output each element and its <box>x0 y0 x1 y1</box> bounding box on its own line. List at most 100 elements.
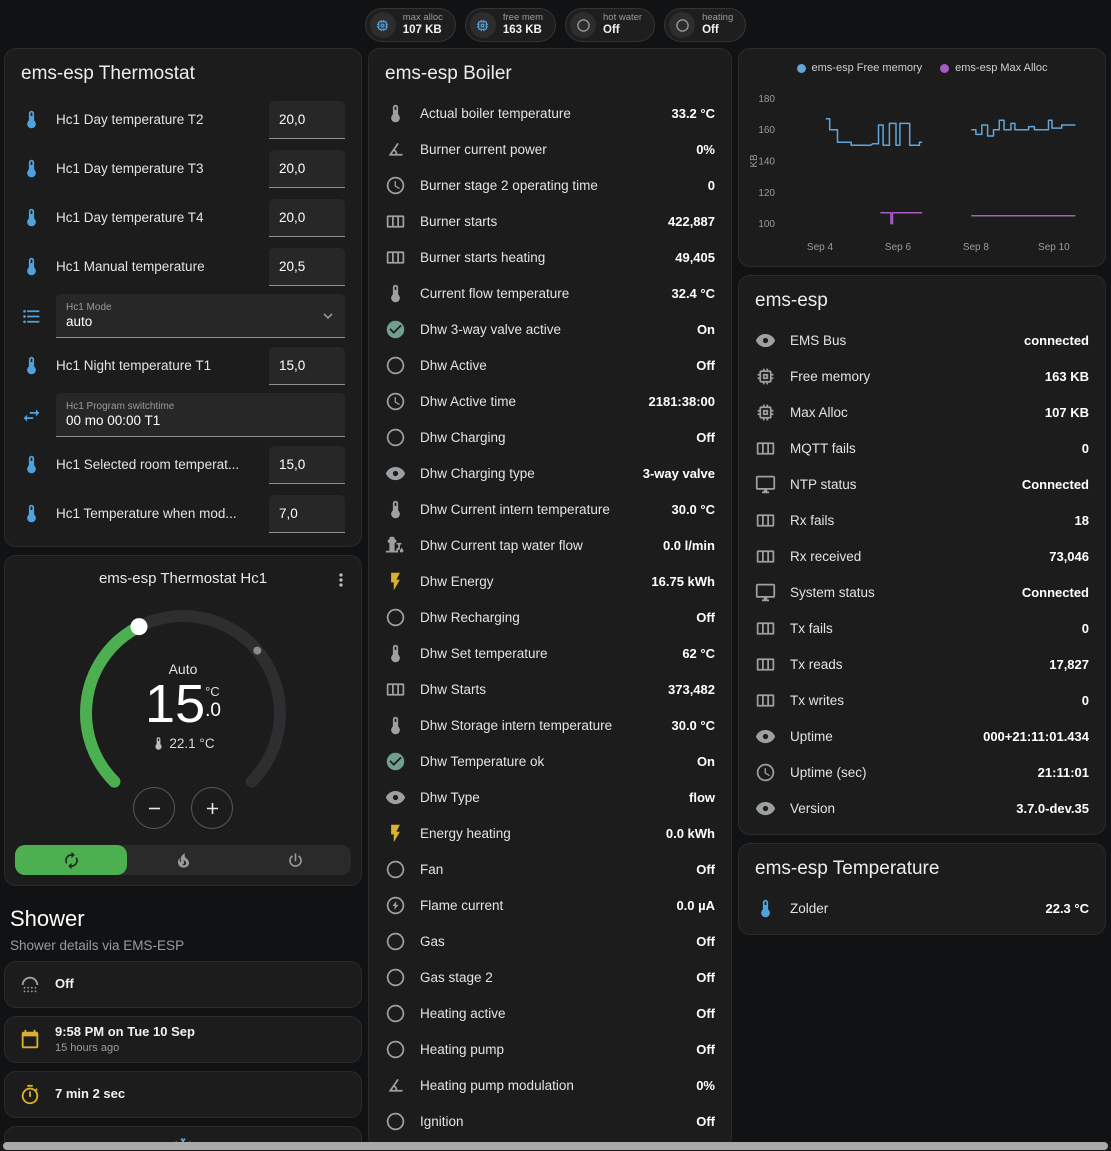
entity-row-max-alloc[interactable]: Max Alloc107 KB <box>739 394 1105 430</box>
entity-row-burner-stage-2-operating-time[interactable]: Burner stage 2 operating time0 <box>369 167 731 203</box>
entity-row-hc1-day-temperature-t3[interactable]: Hc1 Day temperature T320,0 <box>5 144 361 193</box>
number-input[interactable]: 20,0 <box>269 150 345 188</box>
entity-row-dhw-recharging[interactable]: Dhw RechargingOff <box>369 599 731 635</box>
entity-row-flame-current[interactable]: Flame current0.0 µA <box>369 887 731 923</box>
entity-row-hc1-mode[interactable]: Hc1 Modeauto <box>5 291 361 341</box>
entity-row-hc1-day-temperature-t2[interactable]: Hc1 Day temperature T220,0 <box>5 95 361 144</box>
temp-increase-button[interactable] <box>191 787 233 829</box>
badge-free-mem[interactable]: free mem163 KB <box>465 8 556 42</box>
dial-handle[interactable] <box>131 618 148 635</box>
entity-row-dhw-charging-type[interactable]: Dhw Charging type3-way valve <box>369 455 731 491</box>
entity-row-fan[interactable]: FanOff <box>369 851 731 887</box>
check-circle-icon <box>385 751 406 772</box>
badge-hot-water[interactable]: hot waterOff <box>565 8 655 42</box>
shower-item[interactable]: 9:58 PM on Tue 10 Sep15 hours ago <box>5 1017 361 1062</box>
badge-max-alloc[interactable]: max alloc107 KB <box>365 8 456 42</box>
thermometer-icon <box>385 715 406 736</box>
shower-item[interactable]: Off <box>5 962 361 1007</box>
entity-row-burner-starts-heating[interactable]: Burner starts heating49,405 <box>369 239 731 275</box>
entity-row-dhw-charging[interactable]: Dhw ChargingOff <box>369 419 731 455</box>
plus-icon <box>203 799 222 818</box>
entity-row-dhw-starts[interactable]: Dhw Starts373,482 <box>369 671 731 707</box>
entity-row-heating-active[interactable]: Heating activeOff <box>369 995 731 1031</box>
memory-history-chart[interactable]: 100120140160180Sep 4Sep 6Sep 8Sep 10KB <box>747 81 1095 259</box>
shower-item-primary: 9:58 PM on Tue 10 Sep <box>55 1024 195 1041</box>
climate-card: ems-esp Thermostat Hc1 Auto 15 °C <box>4 555 362 886</box>
entity-row-hc1-day-temperature-t4[interactable]: Hc1 Day temperature T420,0 <box>5 193 361 242</box>
shower-item-secondary: 15 hours ago <box>55 1041 195 1055</box>
entity-label: Dhw Current intern temperature <box>420 502 657 517</box>
thermometer-icon <box>21 355 42 376</box>
counter-icon <box>755 618 776 639</box>
number-input[interactable]: 20,5 <box>269 248 345 286</box>
entity-row-tx-reads[interactable]: Tx reads17,827 <box>739 646 1105 682</box>
entity-row-dhw-storage-intern-temperature[interactable]: Dhw Storage intern temperature30.0 °C <box>369 707 731 743</box>
entity-label: Burner stage 2 operating time <box>420 178 694 193</box>
text-input[interactable]: Hc1 Program switchtime00 mo 00:00 T1 <box>56 393 345 437</box>
badge-heating[interactable]: heatingOff <box>664 8 746 42</box>
entity-row-burner-starts[interactable]: Burner starts422,887 <box>369 203 731 239</box>
entity-row-hc1-temperature-when-mod[interactable]: Hc1 Temperature when mod...7,0 <box>5 489 361 538</box>
entity-label: Uptime <box>790 729 969 744</box>
entity-row-heating-pump-modulation[interactable]: Heating pump modulation0% <box>369 1067 731 1103</box>
hvac-mode-off-button[interactable] <box>239 845 351 875</box>
entity-row-hc1-manual-temperature[interactable]: Hc1 Manual temperature20,5 <box>5 242 361 291</box>
horizontal-scrollbar-track[interactable] <box>0 1142 1111 1151</box>
entity-row-dhw-3-way-valve-active[interactable]: Dhw 3-way valve activeOn <box>369 311 731 347</box>
counter-icon <box>385 211 406 232</box>
entity-row-gas-stage-2[interactable]: Gas stage 2Off <box>369 959 731 995</box>
entity-row-mqtt-fails[interactable]: MQTT fails0 <box>739 430 1105 466</box>
entity-row-dhw-current-tap-water-flow[interactable]: Dhw Current tap water flow0.0 l/min <box>369 527 731 563</box>
entity-row-hc1-program-switchtime[interactable]: Hc1 Program switchtime00 mo 00:00 T1 <box>5 390 361 440</box>
hvac-mode-heat-button[interactable] <box>127 845 239 875</box>
entity-row-rx-received[interactable]: Rx received73,046 <box>739 538 1105 574</box>
number-input[interactable]: 15,0 <box>269 347 345 385</box>
number-input[interactable]: 7,0 <box>269 495 345 533</box>
entity-row-dhw-energy[interactable]: Dhw Energy16.75 kWh <box>369 563 731 599</box>
entity-row-dhw-current-intern-temperature[interactable]: Dhw Current intern temperature30.0 °C <box>369 491 731 527</box>
entity-row-uptime-sec[interactable]: Uptime (sec)21:11:01 <box>739 754 1105 790</box>
entity-row-tx-writes[interactable]: Tx writes0 <box>739 682 1105 718</box>
legend-item-ems-esp-max-alloc[interactable]: ems-esp Max Alloc <box>940 62 1047 74</box>
entity-row-zolder[interactable]: Zolder22.3 °C <box>739 890 1105 926</box>
temp-decrease-button[interactable] <box>133 787 175 829</box>
entity-row-dhw-active-time[interactable]: Dhw Active time2181:38:00 <box>369 383 731 419</box>
entity-row-heating-pump[interactable]: Heating pumpOff <box>369 1031 731 1067</box>
entity-row-actual-boiler-temperature[interactable]: Actual boiler temperature33.2 °C <box>369 95 731 131</box>
more-menu-button[interactable] <box>329 568 353 592</box>
number-input[interactable]: 20,0 <box>269 101 345 139</box>
shower-icon <box>19 974 41 996</box>
entity-row-dhw-set-temperature[interactable]: Dhw Set temperature62 °C <box>369 635 731 671</box>
entity-row-dhw-temperature-ok[interactable]: Dhw Temperature okOn <box>369 743 731 779</box>
entity-row-hc1-selected-room-temperat[interactable]: Hc1 Selected room temperat...15,0 <box>5 440 361 489</box>
entity-row-free-memory[interactable]: Free memory163 KB <box>739 358 1105 394</box>
entity-row-energy-heating[interactable]: Energy heating0.0 kWh <box>369 815 731 851</box>
entity-row-version[interactable]: Version3.7.0-dev.35 <box>739 790 1105 826</box>
entity-row-ntp-status[interactable]: NTP statusConnected <box>739 466 1105 502</box>
entity-row-ems-bus[interactable]: EMS Busconnected <box>739 322 1105 358</box>
entity-row-rx-fails[interactable]: Rx fails18 <box>739 502 1105 538</box>
shower-header: Shower Shower details via EMS-ESP <box>4 894 362 961</box>
entity-row-dhw-type[interactable]: Dhw Typeflow <box>369 779 731 815</box>
entity-row-current-flow-temperature[interactable]: Current flow temperature32.4 °C <box>369 275 731 311</box>
entity-row-gas[interactable]: GasOff <box>369 923 731 959</box>
circle-icon <box>385 1111 406 1132</box>
entity-value: 0 <box>1082 693 1089 708</box>
hvac-mode-auto-button[interactable] <box>15 845 127 875</box>
entity-row-ignition[interactable]: IgnitionOff <box>369 1103 731 1139</box>
entity-row-dhw-active[interactable]: Dhw ActiveOff <box>369 347 731 383</box>
shower-item[interactable]: 7 min 2 sec <box>5 1072 361 1117</box>
shower-title: Shower <box>10 906 356 932</box>
entity-label: Gas <box>420 934 682 949</box>
number-input[interactable]: 15,0 <box>269 446 345 484</box>
legend-item-ems-esp-free-memory[interactable]: ems-esp Free memory <box>797 62 923 74</box>
select-input[interactable]: Hc1 Modeauto <box>56 294 345 338</box>
entity-row-burner-current-power[interactable]: Burner current power0% <box>369 131 731 167</box>
number-input[interactable]: 20,0 <box>269 199 345 237</box>
entity-row-system-status[interactable]: System statusConnected <box>739 574 1105 610</box>
entity-row-tx-fails[interactable]: Tx fails0 <box>739 610 1105 646</box>
shower-items: Off 9:58 PM on Tue 10 Sep15 hours ago 7 mi… <box>4 961 362 1151</box>
entity-row-uptime[interactable]: Uptime000+21:11:01.434 <box>739 718 1105 754</box>
horizontal-scrollbar-thumb[interactable] <box>3 1142 1107 1150</box>
entity-row-hc1-night-temperature-t1[interactable]: Hc1 Night temperature T115,0 <box>5 341 361 390</box>
